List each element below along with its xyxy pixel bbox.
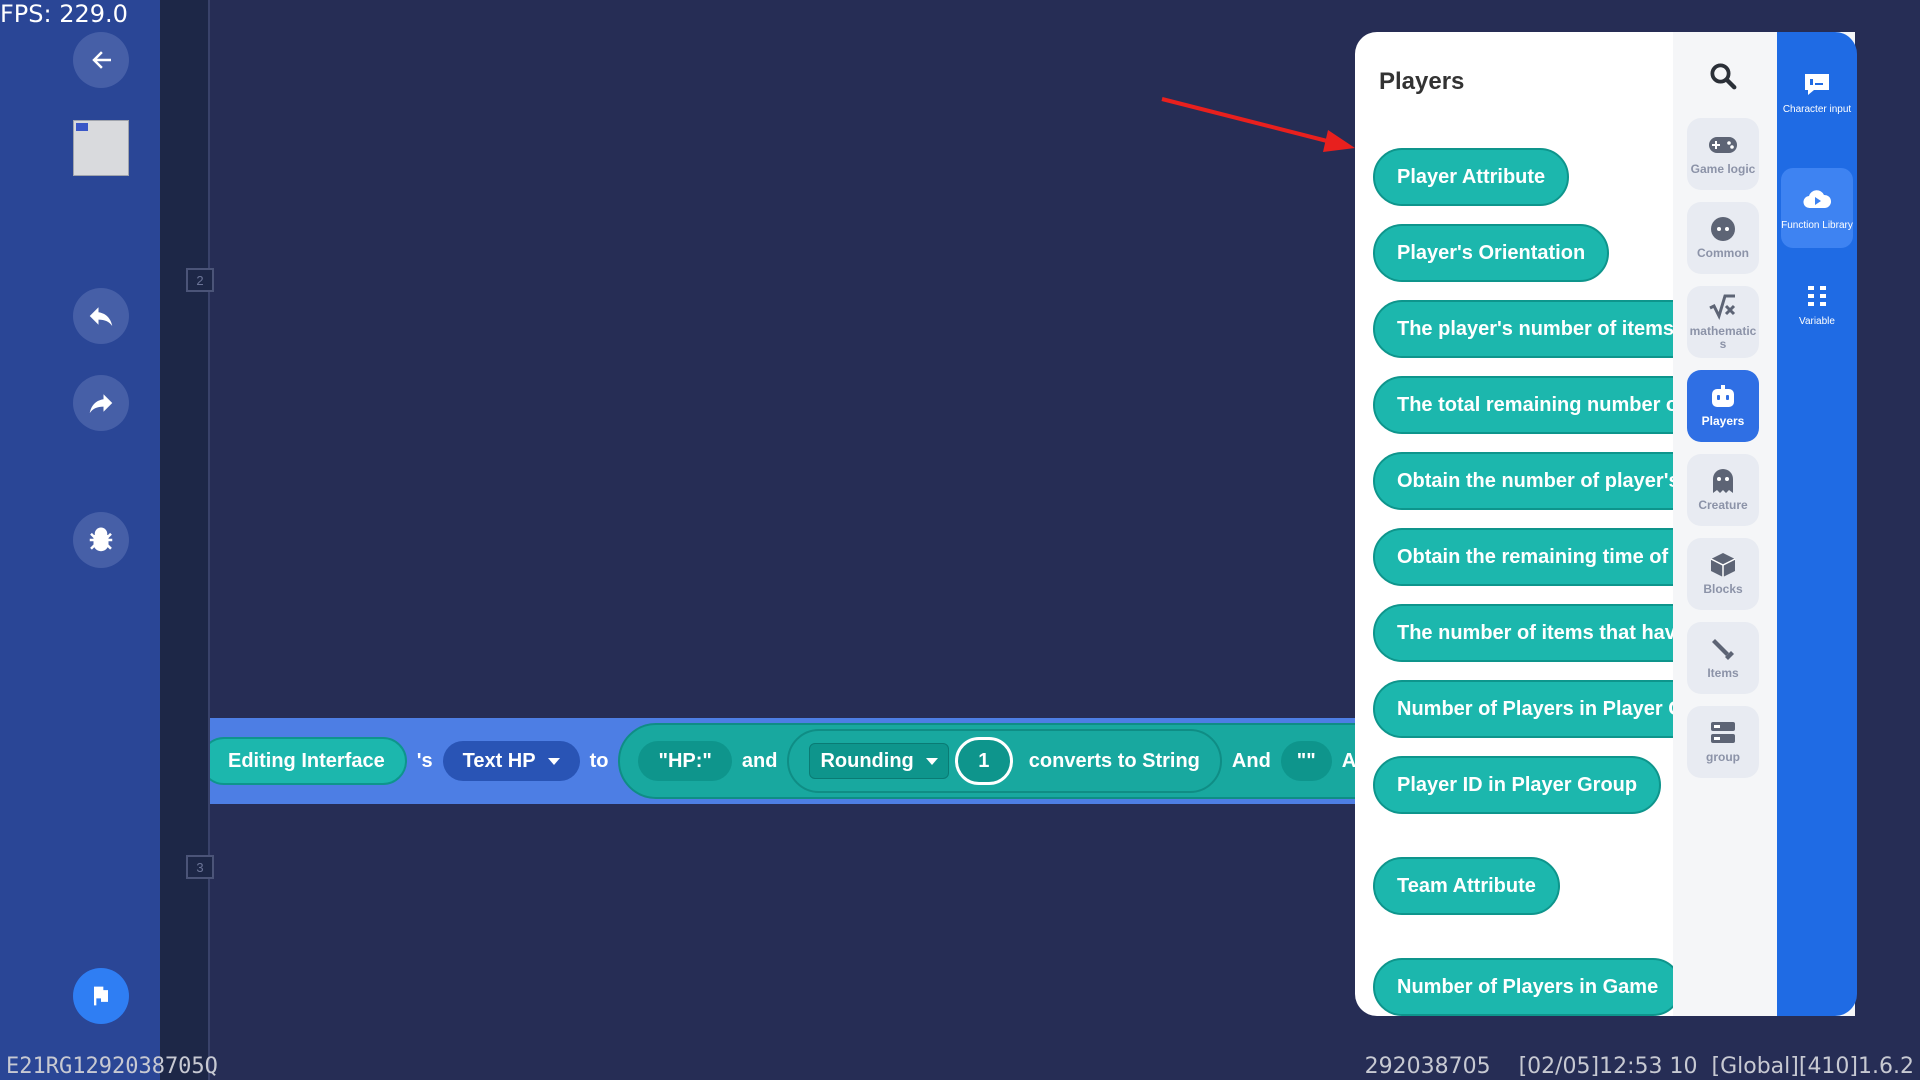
chevron-down-icon	[925, 757, 938, 765]
cube-icon	[1710, 553, 1736, 578]
arrow-left-icon	[92, 51, 111, 69]
scene-thumbnail[interactable]	[73, 120, 129, 176]
grid-icon	[1808, 285, 1826, 306]
redo-button[interactable]	[73, 375, 129, 431]
and-label-3: And	[1341, 749, 1355, 772]
line-number: 2	[186, 268, 214, 292]
tab-label: Function Library	[1781, 219, 1853, 231]
search-icon	[1710, 63, 1737, 90]
debug-button[interactable]	[73, 512, 129, 568]
tab-character-input[interactable]: Character input	[1781, 52, 1853, 132]
property-dropdown-label: Text HP	[462, 749, 536, 772]
ghost-icon	[1713, 469, 1733, 494]
tab-variable[interactable]: Variable	[1781, 264, 1853, 344]
block-players-in-game[interactable]: Number of Players in Game	[1373, 958, 1673, 1016]
rounding-dropdown-label: Rounding	[820, 749, 914, 772]
block-player-id-in-group[interactable]: Player ID in Player Group	[1373, 756, 1662, 814]
category-game-logic[interactable]: Game logic	[1687, 118, 1759, 190]
fps-counter: FPS: 229.0	[0, 0, 128, 28]
sqrt-icon	[1709, 294, 1736, 320]
tab-label: Variable	[1799, 315, 1835, 327]
category-label: Items	[1707, 666, 1739, 681]
string-literal-empty[interactable]: ""	[1280, 741, 1332, 781]
block-team-attribute[interactable]: Team Attribute	[1373, 857, 1560, 915]
block-player-orientation[interactable]: Player's Orientation	[1373, 224, 1610, 282]
category-group[interactable]: group	[1687, 706, 1759, 778]
bug-icon	[89, 527, 113, 552]
session-info: 292038705 [02/05]12:53 10 [Global][410]1…	[1364, 1054, 1914, 1079]
converts-label: converts to String	[1028, 749, 1200, 772]
search-button[interactable]	[1703, 56, 1743, 96]
block-obtain-remaining-time[interactable]: Obtain the remaining time of th	[1373, 528, 1673, 586]
category-label: group	[1706, 750, 1740, 765]
left-toolbar	[0, 0, 160, 1080]
tab-label: Character input	[1782, 103, 1852, 115]
category-label: mathematic s	[1689, 323, 1757, 351]
back-button[interactable]	[73, 32, 129, 88]
string-literal-hp[interactable]: "HP:"	[638, 741, 732, 781]
number-input[interactable]: 1	[954, 737, 1013, 785]
annotation-arrow-icon	[1161, 97, 1355, 152]
category-label: Creature	[1698, 498, 1748, 513]
and-label: and	[741, 749, 778, 772]
rounding-dropdown[interactable]: Rounding	[809, 743, 949, 779]
undo-button[interactable]	[73, 288, 129, 344]
convert-expression[interactable]: Rounding 1 converts to String	[787, 729, 1222, 793]
palette-title: Players	[1379, 68, 1465, 95]
thumbnail-marker-icon	[76, 123, 88, 131]
gamepad-icon	[1709, 137, 1737, 154]
device-id: E21RG1292038705Q	[6, 1054, 218, 1079]
property-dropdown[interactable]: Text HP	[442, 741, 580, 781]
flag-icon	[94, 986, 108, 1006]
sword-icon	[1712, 639, 1734, 661]
category-players[interactable]: Players	[1687, 370, 1759, 442]
right-tab-bar: Character input Function Library Variabl…	[1777, 32, 1857, 1016]
block-total-remaining[interactable]: The total remaining number of	[1373, 376, 1673, 434]
join-expression[interactable]: "HP:" and Rounding 1 converts to String …	[618, 723, 1355, 799]
category-items[interactable]: Items	[1687, 622, 1759, 694]
to-label: to	[589, 749, 609, 772]
target-object-block[interactable]: Editing Interface	[210, 737, 407, 785]
cloud-play-icon	[1803, 189, 1832, 208]
line-gutter	[160, 0, 210, 1080]
possessive-label: 's	[416, 749, 433, 772]
category-label: Common	[1697, 246, 1749, 261]
block-number-items-have[interactable]: The number of items that have	[1373, 604, 1673, 662]
and-label-2: And	[1231, 749, 1271, 772]
redo-icon	[89, 394, 113, 413]
category-label: Game logic	[1690, 162, 1756, 177]
block-list: Player Attribute Player's Orientation Th…	[1373, 116, 1673, 1016]
category-blocks[interactable]: Blocks	[1687, 538, 1759, 610]
block-player-number-of-items[interactable]: The player's number of items	[1373, 300, 1673, 358]
undo-icon	[89, 307, 113, 326]
chat-icon	[1805, 73, 1829, 95]
category-label: Blocks	[1703, 582, 1743, 597]
code-block-row[interactable]: Editing Interface 's Text HP to "HP:" an…	[210, 718, 1355, 804]
chevron-down-icon	[547, 757, 560, 765]
block-player-attribute[interactable]: Player Attribute	[1373, 148, 1570, 206]
robot-icon	[1712, 385, 1734, 408]
line-number: 3	[186, 855, 214, 879]
block-players-in-group[interactable]: Number of Players in Player Gr	[1373, 680, 1673, 738]
run-button[interactable]	[73, 968, 129, 1024]
group-icon	[1711, 722, 1735, 744]
dots-icon	[1711, 217, 1735, 242]
category-label: Players	[1701, 414, 1745, 429]
category-creature[interactable]: Creature	[1687, 454, 1759, 526]
category-mathematics[interactable]: mathematic s	[1687, 286, 1759, 358]
category-common[interactable]: Common	[1687, 202, 1759, 274]
tab-function-library[interactable]: Function Library	[1781, 168, 1853, 248]
block-obtain-number-items[interactable]: Obtain the number of player's it	[1373, 452, 1673, 510]
